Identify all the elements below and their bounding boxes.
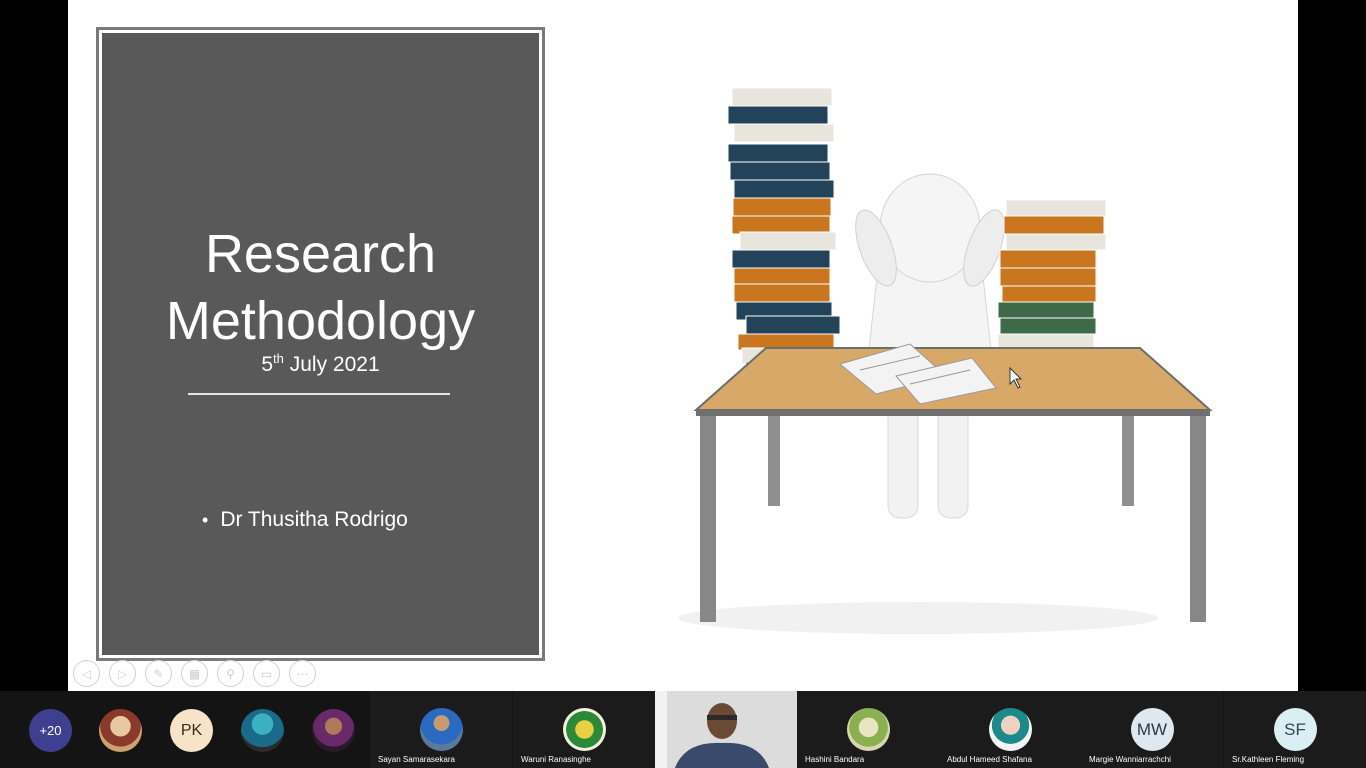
participant-tile[interactable]: SF Sr.Kathleen Fleming bbox=[1224, 691, 1366, 768]
mw-initials-avatar: MW bbox=[1130, 708, 1174, 751]
participant-avatar[interactable] bbox=[99, 709, 142, 752]
participant-avatar bbox=[562, 708, 606, 751]
sf-initials-avatar: SF bbox=[1273, 708, 1317, 751]
speaker-video-frame bbox=[655, 691, 797, 768]
title-line-1: Research bbox=[204, 224, 437, 284]
shared-slide: Research Methodology 5th July 2021 • Dr T… bbox=[68, 0, 1298, 691]
presenter-name: Dr Thusitha Rodrigo bbox=[220, 508, 408, 531]
participant-name: Waruni Ranasinghe bbox=[521, 755, 591, 764]
participant-avatar bbox=[988, 708, 1032, 751]
more-icon[interactable]: ⋯ bbox=[289, 660, 316, 687]
participant-tile[interactable]: Sayan Samarasekara bbox=[370, 691, 512, 768]
stressed-figure-illustration bbox=[620, 58, 1216, 644]
prev-icon[interactable]: ◁ bbox=[73, 660, 100, 687]
participant-name: Hashini Bandara bbox=[805, 755, 865, 764]
participant-name: Abdul Hameed Shafana bbox=[947, 755, 1032, 764]
participant-name: Margie Wanniarrachchi bbox=[1089, 755, 1171, 764]
participant-avatar bbox=[419, 708, 463, 751]
slide-date: 5th July 2021 bbox=[102, 351, 539, 377]
participant-tile[interactable]: Abdul Hameed Shafana bbox=[939, 691, 1081, 768]
participant-tile[interactable]: MW Margie Wanniarrachchi bbox=[1081, 691, 1223, 768]
slideshow-controls: ◁ ▷ ✎ ▦ ⚲ ▭ ⋯ bbox=[73, 660, 316, 687]
participant-avatar bbox=[846, 708, 890, 751]
next-icon[interactable]: ▷ bbox=[109, 660, 136, 687]
participant-avatar[interactable] bbox=[312, 709, 355, 752]
zoom-icon[interactable]: ⚲ bbox=[217, 660, 244, 687]
slide-title: Research Methodology bbox=[102, 221, 539, 355]
slides-icon[interactable]: ▦ bbox=[181, 660, 208, 687]
left-book-stack bbox=[727, 87, 841, 381]
pk-initials-avatar[interactable]: PK bbox=[170, 709, 213, 752]
more-participants-button[interactable]: +20 bbox=[29, 709, 72, 752]
title-frame: Research Methodology 5th July 2021 • Dr T… bbox=[96, 27, 545, 661]
date-suffix: th bbox=[273, 351, 284, 366]
title-line-2: Methodology bbox=[165, 291, 476, 351]
participant-avatar[interactable] bbox=[241, 709, 284, 752]
pen-icon[interactable]: ✎ bbox=[145, 660, 172, 687]
participant-tile[interactable]: Hashini Bandara bbox=[797, 691, 939, 768]
title-divider bbox=[188, 393, 450, 395]
date-day: 5 bbox=[261, 353, 274, 376]
subtitles-icon[interactable]: ▭ bbox=[253, 660, 280, 687]
bullet-icon: • bbox=[202, 510, 209, 530]
participant-tile[interactable]: Waruni Ranasinghe bbox=[513, 691, 655, 768]
presenter-bullet: • Dr Thusitha Rodrigo bbox=[202, 508, 408, 532]
participant-name: Sr.Kathleen Fleming bbox=[1232, 755, 1305, 764]
active-speaker-video[interactable] bbox=[655, 691, 797, 768]
title-panel: Research Methodology 5th July 2021 • Dr T… bbox=[102, 33, 539, 655]
participant-name: Sayan Samarasekara bbox=[378, 755, 455, 764]
participant-strip: +20 PK Sayan Samarasekara Waruni Ranasin… bbox=[0, 691, 1366, 768]
date-rest: July 2021 bbox=[283, 353, 380, 376]
